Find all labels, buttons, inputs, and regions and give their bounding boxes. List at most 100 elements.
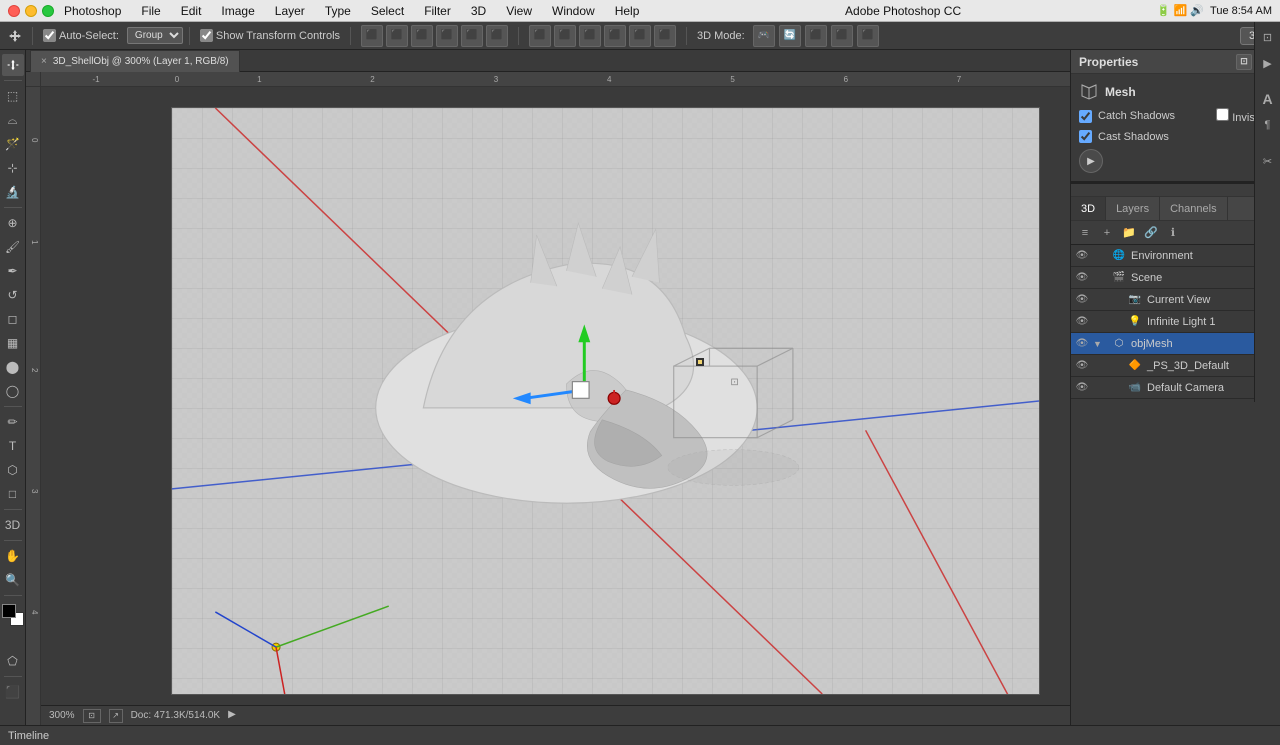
dodge-tool[interactable]: ◯ [2, 380, 24, 402]
healing-tool[interactable]: ⊕ [2, 212, 24, 234]
3d-mode-btn2[interactable]: 🔄 [779, 25, 801, 47]
layer-vis-environment[interactable]: 👁 [1075, 249, 1089, 263]
type-tool[interactable]: T [2, 435, 24, 457]
brush-tool[interactable]: 🖌 [2, 236, 24, 258]
zoom-export-btn[interactable]: ↗ [109, 709, 123, 723]
layer-vis-currentview[interactable]: 👁 [1075, 293, 1089, 307]
cast-shadows-checkbox[interactable] [1079, 130, 1092, 143]
quick-select-tool[interactable]: 🪄 [2, 133, 24, 155]
invisible-checkbox[interactable] [1216, 108, 1229, 121]
layer-vis-light[interactable]: 👁 [1075, 315, 1089, 329]
layer-scene[interactable]: 👁 🎬 Scene [1071, 267, 1280, 289]
close-button[interactable] [8, 5, 20, 17]
layer-vis-scene[interactable]: 👁 [1075, 271, 1089, 285]
history-brush[interactable]: ↺ [2, 284, 24, 306]
3d-mode-btn4[interactable]: ⬛ [831, 25, 853, 47]
dist-btn1[interactable]: ⬛ [529, 25, 551, 47]
3d-tool[interactable]: 3D [2, 514, 24, 536]
dist-btn3[interactable]: ⬛ [579, 25, 601, 47]
ptool-link[interactable]: 🔗 [1141, 224, 1161, 242]
doc-info-arrow[interactable]: ▶ [228, 709, 242, 723]
align-mid-btn[interactable]: ⬛ [386, 25, 408, 47]
hand-tool[interactable]: ✋ [2, 545, 24, 567]
clone-tool[interactable]: ✒ [2, 260, 24, 282]
3d-viewport[interactable] [171, 107, 1040, 695]
document-tab[interactable]: × 3D_ShellObj @ 300% (Layer 1, RGB/8) [30, 50, 240, 72]
layer-vis-camera[interactable]: 👁 [1075, 381, 1089, 395]
prop-icon-1[interactable]: ⊡ [1236, 54, 1252, 70]
timeline-label: Timeline [8, 730, 49, 742]
menu-window[interactable]: Window [542, 0, 605, 21]
ptool-filter[interactable]: ≡ [1075, 224, 1095, 242]
path-tool[interactable]: ⬡ [2, 459, 24, 481]
prop-icon-paragraph[interactable]: ¶ [1257, 114, 1279, 136]
3d-mode-btn3[interactable]: ⬛ [805, 25, 827, 47]
prop-icon-play[interactable]: ▶ [1257, 52, 1279, 74]
show-transform-checkbox[interactable] [200, 29, 213, 42]
minimize-button[interactable] [25, 5, 37, 17]
align-right-btn[interactable]: ⬛ [486, 25, 508, 47]
layer-vis-ps3d[interactable]: 👁 [1075, 359, 1089, 373]
zoom-fit-btn[interactable]: ⊡ [83, 709, 101, 723]
3d-mode-btn5[interactable]: ⬛ [857, 25, 879, 47]
layer-ps3d-default[interactable]: 👁 🔶 _PS_3D_Default [1071, 355, 1280, 377]
ptool-info[interactable]: ℹ [1163, 224, 1183, 242]
prop-icon-a[interactable]: A [1257, 88, 1279, 110]
crop-tool[interactable]: ⊹ [2, 157, 24, 179]
menu-file[interactable]: File [131, 0, 170, 21]
screen-mode-toggle[interactable]: ⬛ [2, 681, 24, 703]
ptool-new[interactable]: + [1097, 224, 1117, 242]
blur-tool[interactable]: ⬤ [2, 356, 24, 378]
lasso-tool[interactable]: ⌓ [2, 109, 24, 131]
layer-current-view[interactable]: 👁 📷 Current View [1071, 289, 1280, 311]
layer-expand-objmesh[interactable]: ▼ [1093, 339, 1107, 349]
align-center-btn[interactable]: ⬛ [461, 25, 483, 47]
layer-infinite-light[interactable]: 👁 💡 Infinite Light 1 [1071, 311, 1280, 333]
prop-icon-scissors[interactable]: ✂ [1257, 150, 1279, 172]
tab-layers[interactable]: Layers [1106, 197, 1160, 220]
align-top-btn[interactable]: ⬛ [361, 25, 383, 47]
pen-tool[interactable]: ✏ [2, 411, 24, 433]
prop-icon-mesh[interactable]: ⊡ [1257, 26, 1279, 48]
dist-btn4[interactable]: ⬛ [604, 25, 626, 47]
shape-tool[interactable]: □ [2, 483, 24, 505]
gradient-tool[interactable]: ▦ [2, 332, 24, 354]
auto-select-checkbox[interactable] [43, 29, 56, 42]
dist-btn5[interactable]: ⬛ [629, 25, 651, 47]
menu-photoshop[interactable]: Photoshop [54, 0, 131, 21]
layer-environment[interactable]: 👁 🌐 Environment [1071, 245, 1280, 267]
marquee-tool[interactable]: ⬚ [2, 85, 24, 107]
tab-close-btn[interactable]: × [41, 56, 47, 67]
menu-view[interactable]: View [496, 0, 542, 21]
layer-default-camera[interactable]: 👁 📹 Default Camera [1071, 377, 1280, 399]
catch-shadows-checkbox[interactable] [1079, 110, 1092, 123]
align-bottom-btn[interactable]: ⬛ [411, 25, 433, 47]
foreground-bg-colors[interactable] [2, 604, 24, 626]
menu-image[interactable]: Image [211, 0, 264, 21]
menu-select[interactable]: Select [361, 0, 414, 21]
canvas-viewport[interactable]: ⊡ 300% ⊡ ↗ Doc: 471.3K/514.0K ▶ [41, 87, 1070, 725]
dist-btn6[interactable]: ⬛ [654, 25, 676, 47]
menu-edit[interactable]: Edit [171, 0, 212, 21]
tab-channels[interactable]: Channels [1160, 197, 1227, 220]
align-left-btn[interactable]: ⬛ [436, 25, 458, 47]
zoom-tool[interactable]: 🔍 [2, 569, 24, 591]
move-tool[interactable] [2, 54, 24, 76]
auto-select-dropdown[interactable]: Group Layer [127, 27, 183, 44]
menu-type[interactable]: Type [315, 0, 361, 21]
menu-help[interactable]: Help [605, 0, 650, 21]
3d-mode-btn1[interactable]: 🎮 [753, 25, 775, 47]
layer-objmesh[interactable]: 👁 ▼ ⬡ objMesh [1071, 333, 1280, 355]
menu-filter[interactable]: Filter [414, 0, 461, 21]
eraser-tool[interactable]: ◻ [2, 308, 24, 330]
menu-layer[interactable]: Layer [265, 0, 315, 21]
ptool-folder[interactable]: 📁 [1119, 224, 1139, 242]
layer-vis-objmesh[interactable]: 👁 [1075, 337, 1089, 351]
dist-btn2[interactable]: ⬛ [554, 25, 576, 47]
menu-3d[interactable]: 3D [461, 0, 496, 21]
maximize-button[interactable] [42, 5, 54, 17]
quick-mask-toggle[interactable]: ⬠ [2, 650, 24, 672]
render-play-btn[interactable]: ▶ [1079, 149, 1103, 173]
eyedropper-tool[interactable]: 🔬 [2, 181, 24, 203]
tab-3d[interactable]: 3D [1071, 197, 1106, 220]
